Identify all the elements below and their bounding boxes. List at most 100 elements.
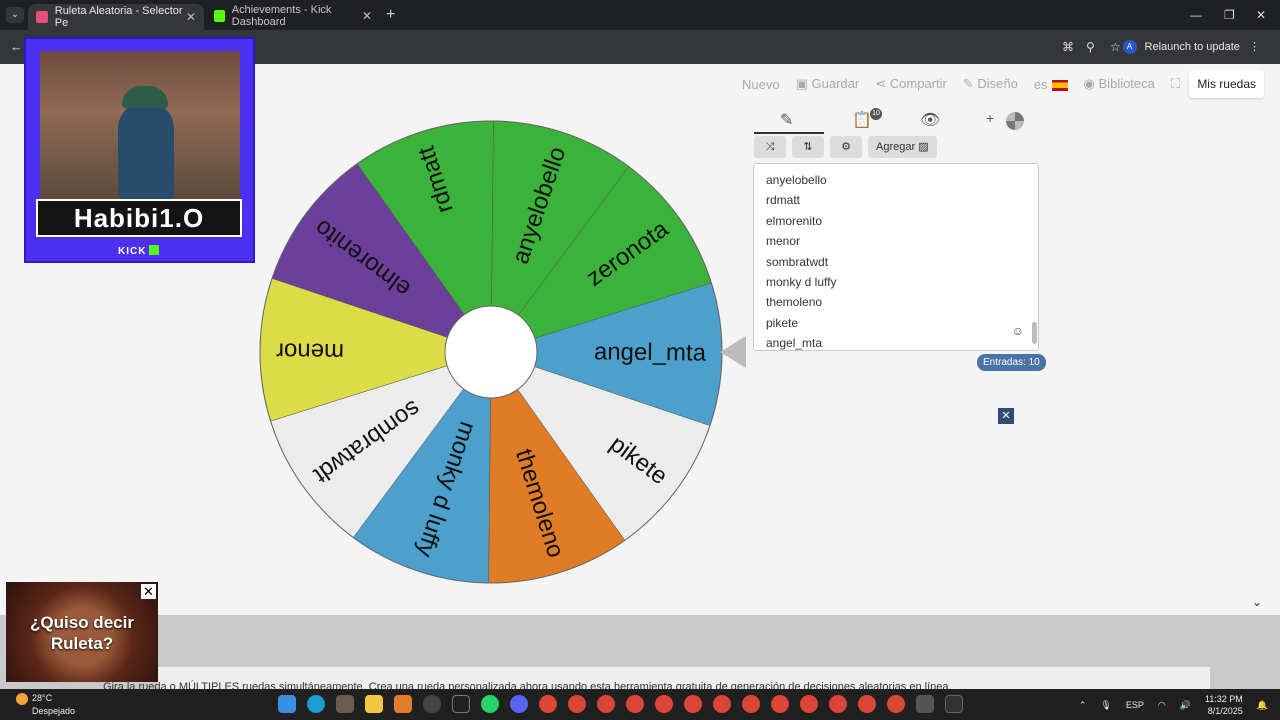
- chrome-icon[interactable]: [771, 695, 789, 713]
- pencil-icon: ✎: [962, 76, 978, 91]
- chrome-icon[interactable]: [800, 695, 818, 713]
- input-language[interactable]: ESP: [1126, 700, 1144, 710]
- back-arrow-icon[interactable]: ←: [10, 39, 23, 54]
- nuevo-link[interactable]: Nuevo: [742, 77, 780, 92]
- weather-widget[interactable]: 28°C Despejado: [16, 692, 75, 717]
- volume-icon[interactable]: 🔊: [1180, 700, 1191, 711]
- spin-wheel[interactable]: anyelobello zeronota angel_mta pikete themol…: [258, 119, 724, 585]
- chrome-icon[interactable]: [887, 695, 905, 713]
- entries-action-row: ⤨ ⇅ ⚙ Agregar ▨: [754, 136, 937, 158]
- minimize-button[interactable]: —: [1190, 8, 1202, 22]
- chrome-icon[interactable]: [597, 695, 615, 713]
- guardar-link[interactable]: ▣ Guardar: [796, 76, 860, 92]
- chrome-icon[interactable]: [742, 695, 760, 713]
- settings-button[interactable]: ⚙: [830, 136, 862, 158]
- start-icon[interactable]: [278, 695, 296, 713]
- language-selector[interactable]: es: [1034, 77, 1068, 92]
- close-window-button[interactable]: ✕: [1256, 8, 1266, 22]
- entries-list: anyelobello rdmatt elmorenito menor sombratw…: [754, 164, 1038, 360]
- hide-eye-icon[interactable]: 👁: [920, 110, 940, 130]
- app-icon[interactable]: [423, 695, 441, 713]
- wifi-icon[interactable]: ◠: [1158, 700, 1166, 711]
- app-icon[interactable]: [916, 695, 934, 713]
- app-icon[interactable]: [945, 695, 963, 713]
- mis-ruedas-button[interactable]: Mis ruedas: [1189, 70, 1264, 98]
- chrome-icon[interactable]: [626, 695, 644, 713]
- chrome-icon[interactable]: [655, 695, 673, 713]
- wheel-graphic[interactable]: anyelobello zeronotaangel_mtapiketethemol…: [258, 119, 724, 585]
- entry-item[interactable]: monky d luffy: [766, 272, 1026, 292]
- chevron-down-icon[interactable]: ⌄: [1252, 595, 1262, 609]
- biblioteca-link[interactable]: ◉ Biblioteca: [1084, 76, 1155, 92]
- fullscreen-icon[interactable]: ⛶: [1171, 76, 1180, 92]
- roulette-ad[interactable]: ¿Quiso decir Ruleta? ✕: [6, 582, 158, 682]
- clipboard-icon[interactable]: 📋: [852, 110, 872, 130]
- add-wheel-icon[interactable]: +: [986, 110, 994, 126]
- agregar-label: Agregar: [876, 141, 916, 153]
- sun-icon: [16, 692, 28, 705]
- discord-icon[interactable]: [510, 695, 528, 713]
- agregar-image-button[interactable]: Agregar ▨: [868, 136, 937, 158]
- entries-textarea[interactable]: anyelobello rdmatt elmorenito menor sombratw…: [753, 163, 1039, 351]
- biblioteca-label: Biblioteca: [1098, 76, 1155, 91]
- more-menu-icon[interactable]: ⋮: [1249, 41, 1260, 53]
- close-icon[interactable]: ✕: [141, 584, 156, 599]
- entry-item[interactable]: rdmatt: [766, 190, 1026, 210]
- app-icon[interactable]: [452, 695, 470, 713]
- tab-kick-achievements[interactable]: Achievements - Kick Dashboard ✕: [206, 4, 380, 28]
- entries-count-badge: Entradas: 10: [977, 354, 1046, 371]
- diseno-link[interactable]: ✎ Diseño: [963, 76, 1018, 92]
- tab-title: Achievements - Kick Dashboard: [231, 4, 332, 28]
- folder-icon[interactable]: [365, 695, 383, 713]
- entry-item[interactable]: sombratwdt: [766, 252, 1026, 272]
- description-section: Gira la rueda o MÚLTIPLES ruedas simultá…: [0, 615, 1280, 693]
- sort-icon: ⇅: [803, 141, 813, 153]
- chrome-icon[interactable]: [829, 695, 847, 713]
- entry-item[interactable]: themoleno: [766, 292, 1026, 312]
- wheel-center-hub[interactable]: [444, 305, 538, 399]
- app-icon[interactable]: [336, 695, 354, 713]
- new-tab-button[interactable]: +: [386, 6, 395, 24]
- entry-item[interactable]: anyelobello: [766, 170, 1026, 190]
- chrome-icon[interactable]: [858, 695, 876, 713]
- compartir-link[interactable]: ⋖ Compartir: [875, 76, 947, 92]
- emoji-icon[interactable]: ☺: [1012, 324, 1024, 338]
- sort-button[interactable]: ⇅: [792, 136, 824, 158]
- streamer-name: Habibi1.O: [36, 199, 242, 237]
- shuffle-button[interactable]: ⤨: [754, 136, 786, 158]
- entry-item[interactable]: pikete: [766, 313, 1026, 333]
- gear-icon: ⚙: [841, 141, 851, 153]
- notification-bell-icon[interactable]: 🔔: [1257, 700, 1268, 711]
- microphone-icon[interactable]: 🎙: [1100, 700, 1111, 711]
- relaunch-button[interactable]: A Relaunch to update ⋮: [1117, 36, 1270, 58]
- chrome-icon[interactable]: [568, 695, 586, 713]
- close-tab-icon[interactable]: ✕: [362, 9, 372, 23]
- guardar-label: Guardar: [811, 76, 860, 91]
- tray-chevron-icon[interactable]: ⌃: [1079, 700, 1087, 711]
- chrome-icon[interactable]: [539, 695, 557, 713]
- whatsapp-icon[interactable]: [481, 695, 499, 713]
- tab-ruleta[interactable]: Ruleta Aleatoria - Selector Pe ✕: [28, 4, 204, 30]
- entry-item[interactable]: angel_mta: [766, 333, 1026, 353]
- chrome-icon[interactable]: [684, 695, 702, 713]
- clock[interactable]: 11:32 PM 8/1/2025: [1205, 693, 1243, 717]
- entry-item[interactable]: menor: [766, 231, 1026, 251]
- zoom-icon[interactable]: ⚲: [1086, 40, 1095, 54]
- close-ad-icon[interactable]: ✕: [998, 408, 1014, 424]
- pinned-apps: [278, 695, 963, 713]
- webcam-video: [40, 51, 240, 201]
- maximize-button[interactable]: ❐: [1224, 8, 1235, 22]
- wheel-thumbnail-icon[interactable]: [1006, 112, 1024, 130]
- close-tab-icon[interactable]: ✕: [186, 10, 196, 24]
- edit-pencil-icon[interactable]: ✎: [780, 110, 793, 130]
- entry-item[interactable]: elmorenito: [766, 211, 1026, 231]
- entries-scrollbar[interactable]: [1032, 322, 1037, 344]
- profile-avatar: A: [1122, 40, 1137, 54]
- translate-icon[interactable]: ⌘: [1062, 40, 1074, 54]
- chrome-icon[interactable]: [713, 695, 731, 713]
- language-label: es: [1033, 76, 1048, 92]
- wheel-pointer-icon: [720, 336, 746, 368]
- edge-icon[interactable]: [307, 695, 325, 713]
- app-icon[interactable]: [394, 695, 412, 713]
- tab-search-button[interactable]: ⌄: [6, 7, 24, 23]
